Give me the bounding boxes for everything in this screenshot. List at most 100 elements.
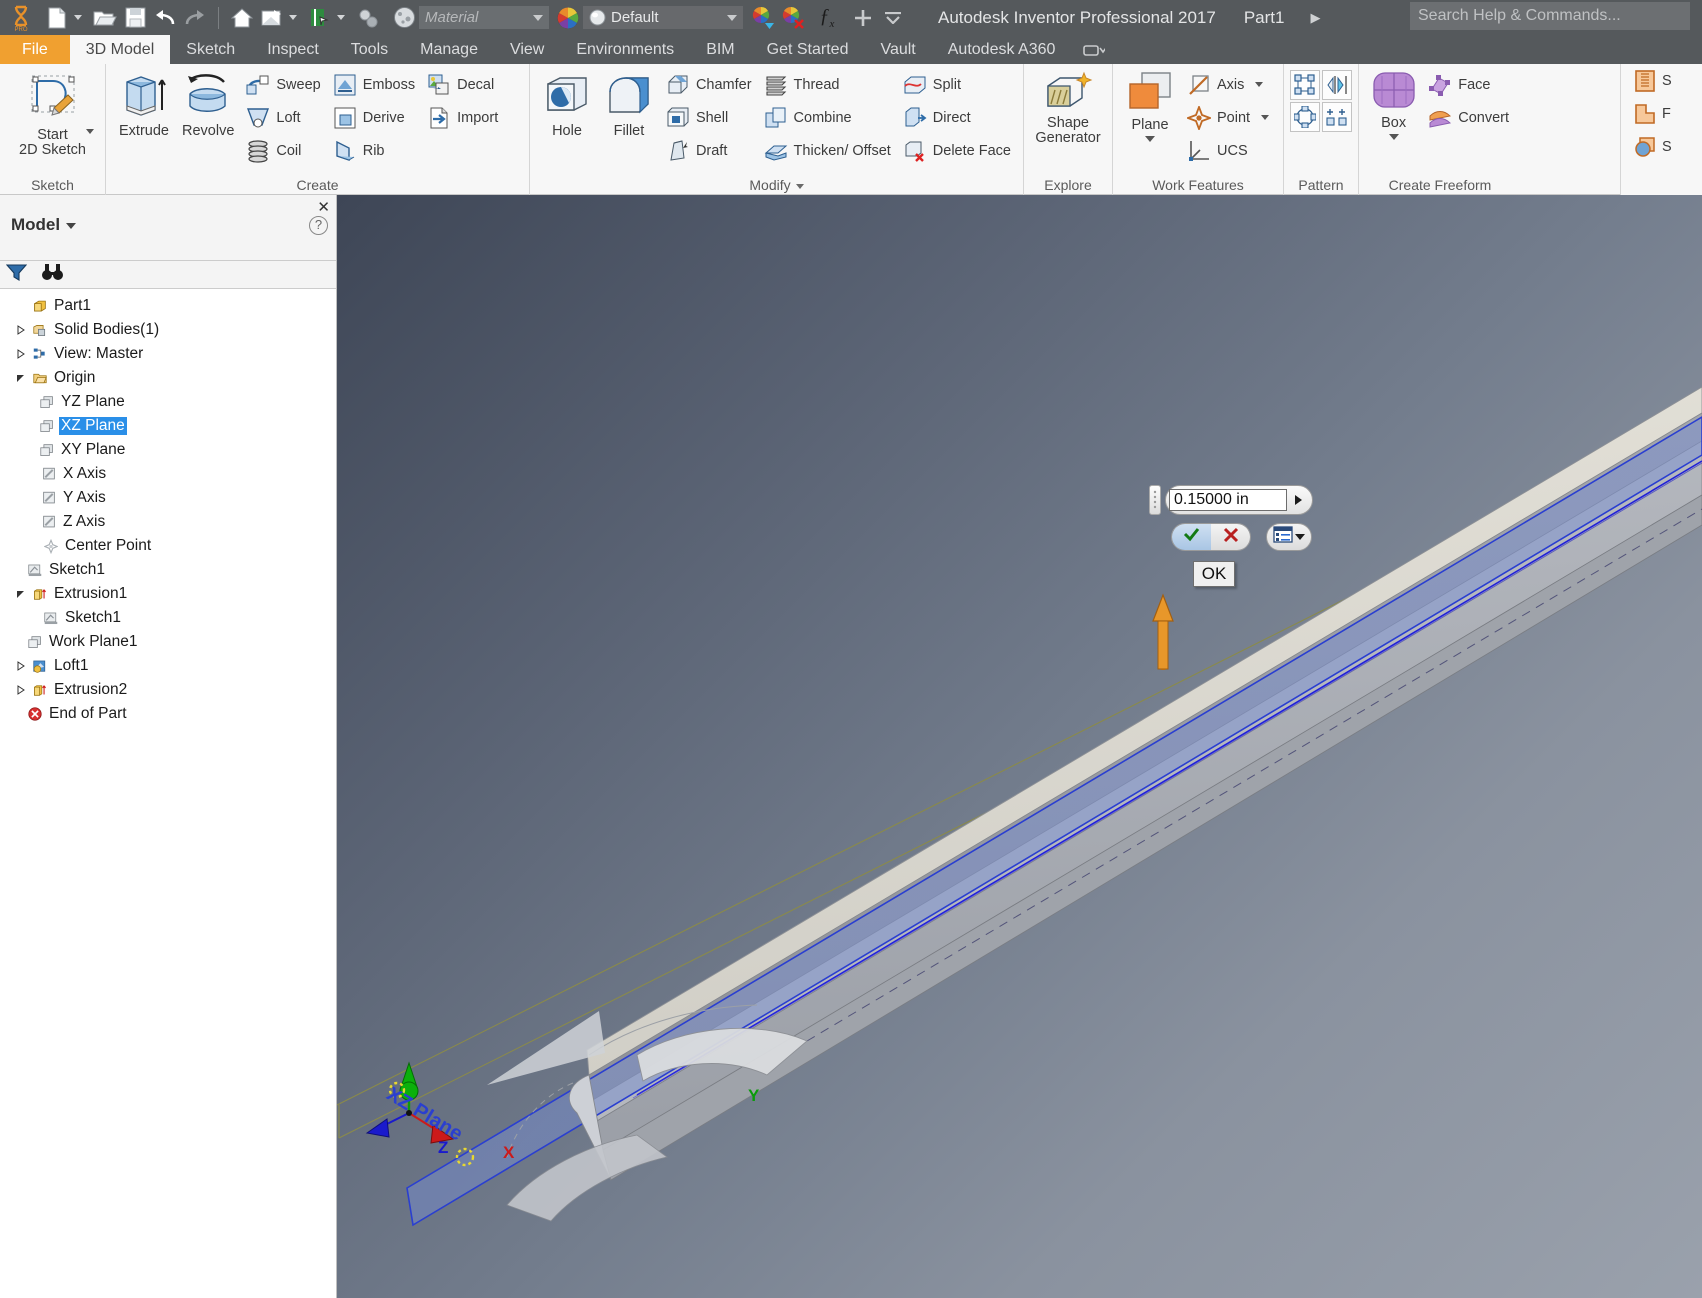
tree-node-loft1[interactable]: Loft1 [0,654,336,678]
redo-icon[interactable] [180,3,210,33]
3d-viewport[interactable]: Y Z X XZ Plane 0.15000 in OK [337,195,1702,1298]
appearance-selector[interactable]: Default [583,6,743,29]
undo-icon[interactable] [150,3,180,33]
return-dropdown-icon[interactable] [289,15,297,20]
tree-node-y-axis[interactable]: Y Axis [0,486,336,510]
search-input[interactable]: Search Help & Commands... [1410,2,1690,30]
options-button[interactable] [1266,523,1312,551]
ucs-button[interactable]: UCS [1181,134,1275,167]
tree-node-part1[interactable]: Part1 [0,294,336,318]
point-button[interactable]: Point [1181,101,1275,134]
tree-node-extrusion1[interactable]: Extrusion1 [0,582,336,606]
tab-tools[interactable]: Tools [335,35,404,64]
tab-view[interactable]: View [494,35,560,64]
clear-appearance-icon[interactable] [778,3,808,33]
plane-dropdown-icon[interactable] [1145,136,1155,142]
import-button[interactable]: Import [421,101,504,134]
binoculars-icon[interactable] [41,263,64,287]
sketch-driven-pattern-button[interactable] [1322,102,1352,132]
thicken-offset-button[interactable]: Thicken/ Offset [758,134,897,167]
rib-button[interactable]: Rib [327,134,421,167]
start-2d-sketch-dropdown-icon[interactable] [85,129,94,134]
open-file-icon[interactable] [90,3,120,33]
tab-file[interactable]: File [0,35,70,64]
filter-icon[interactable] [5,263,28,287]
delete-face-button[interactable]: Delete Face [897,134,1017,167]
tab-3d-model[interactable]: 3D Model [69,35,171,64]
surface-sphere-button[interactable]: S [1621,130,1702,163]
freeform-box-button[interactable]: Box [1365,68,1422,142]
tree-expander-collapsed-icon[interactable] [14,347,28,361]
return-icon[interactable] [257,3,287,33]
tree-expander-expanded-icon[interactable] [14,587,28,601]
material-selector[interactable]: Material [419,6,549,29]
tree-node-work-plane1[interactable]: Work Plane1 [0,630,336,654]
tree-node-yz-plane[interactable]: YZ Plane [0,390,336,414]
fillet-button[interactable]: Fillet [598,68,660,141]
tab-bim[interactable]: BIM [690,35,750,64]
ok-button[interactable]: OK [1193,561,1235,587]
tree-node-view-master[interactable]: View: Master [0,342,336,366]
save-icon[interactable] [120,3,150,33]
tree-node-solid-bodies[interactable]: Solid Bodies(1) [0,318,336,342]
decal-button[interactable]: Decal [421,68,504,101]
tree-node-end-of-part[interactable]: End of Part [0,702,336,726]
tree-expander-expanded-icon[interactable] [14,371,28,385]
update-dropdown-icon[interactable] [337,15,345,20]
revolve-button[interactable]: Revolve [176,68,240,141]
adjust-appearance-icon[interactable] [748,3,778,33]
drag-grip-icon[interactable] [1149,485,1161,515]
distance-value-input[interactable] [1169,489,1287,511]
appearance-wheel-icon[interactable] [553,3,583,33]
chamfer-button[interactable]: Chamfer [660,68,758,101]
chevron-down-icon[interactable] [66,222,77,229]
circular-pattern-button[interactable] [1290,102,1320,132]
tab-sketch[interactable]: Sketch [170,35,251,64]
tab-overflow-icon[interactable] [1071,35,1117,64]
new-file-dropdown-icon[interactable] [74,15,82,20]
hole-button[interactable]: Hole [536,68,598,141]
cancel-button[interactable] [1211,524,1250,550]
tree-node-xz-plane[interactable]: XZ Plane [0,414,336,438]
plus-icon[interactable] [848,3,878,33]
freeform-convert-button[interactable]: Convert [1422,101,1515,134]
freeform-box-dropdown-icon[interactable] [1388,134,1399,140]
tree-expander-collapsed-icon[interactable] [14,659,28,673]
tree-node-extrusion2[interactable]: Extrusion2 [0,678,336,702]
plane-button[interactable]: Plane [1119,68,1181,144]
axis-dropdown-icon[interactable] [1255,82,1264,87]
shape-generator-button[interactable]: Shape Generator [1030,68,1106,148]
tree-node-x-axis[interactable]: X Axis [0,462,336,486]
tree-expander-collapsed-icon[interactable] [14,683,28,697]
close-icon[interactable]: ✕ [317,198,330,216]
thread-button[interactable]: Thread [758,68,897,101]
mirror-button[interactable] [1322,70,1352,100]
point-dropdown-icon[interactable] [1261,115,1270,120]
axis-button[interactable]: Axis [1181,68,1275,101]
tree-expander-collapsed-icon[interactable] [14,323,28,337]
tab-environments[interactable]: Environments [560,35,690,64]
home-icon[interactable] [227,3,257,33]
spinner-arrow-icon[interactable] [1287,486,1309,514]
tab-vault[interactable]: Vault [864,35,931,64]
draft-button[interactable]: Draft [660,134,758,167]
accept-button[interactable] [1172,524,1211,550]
freeform-face-button[interactable]: Face [1422,68,1515,101]
tab-manage[interactable]: Manage [404,35,494,64]
extrude-button[interactable]: Extrude [112,68,176,141]
coil-button[interactable]: Coil [240,134,326,167]
sweep-button[interactable]: Sweep [240,68,326,101]
material-sphere-icon[interactable] [389,3,419,33]
tab-get-started[interactable]: Get Started [751,35,865,64]
loft-button[interactable]: Loft [240,101,326,134]
tree-node-sketch1-child[interactable]: Sketch1 [0,606,336,630]
split-button[interactable]: Split [897,68,1017,101]
rectangular-pattern-button[interactable] [1290,70,1320,100]
select-icon[interactable] [353,3,383,33]
surface-plane-button[interactable]: F [1621,97,1702,130]
new-file-icon[interactable] [42,3,72,33]
tree-node-xy-plane[interactable]: XY Plane [0,438,336,462]
tab-inspect[interactable]: Inspect [251,35,335,64]
direct-button[interactable]: Direct [897,101,1017,134]
customize-dropdown-icon[interactable] [878,3,908,33]
